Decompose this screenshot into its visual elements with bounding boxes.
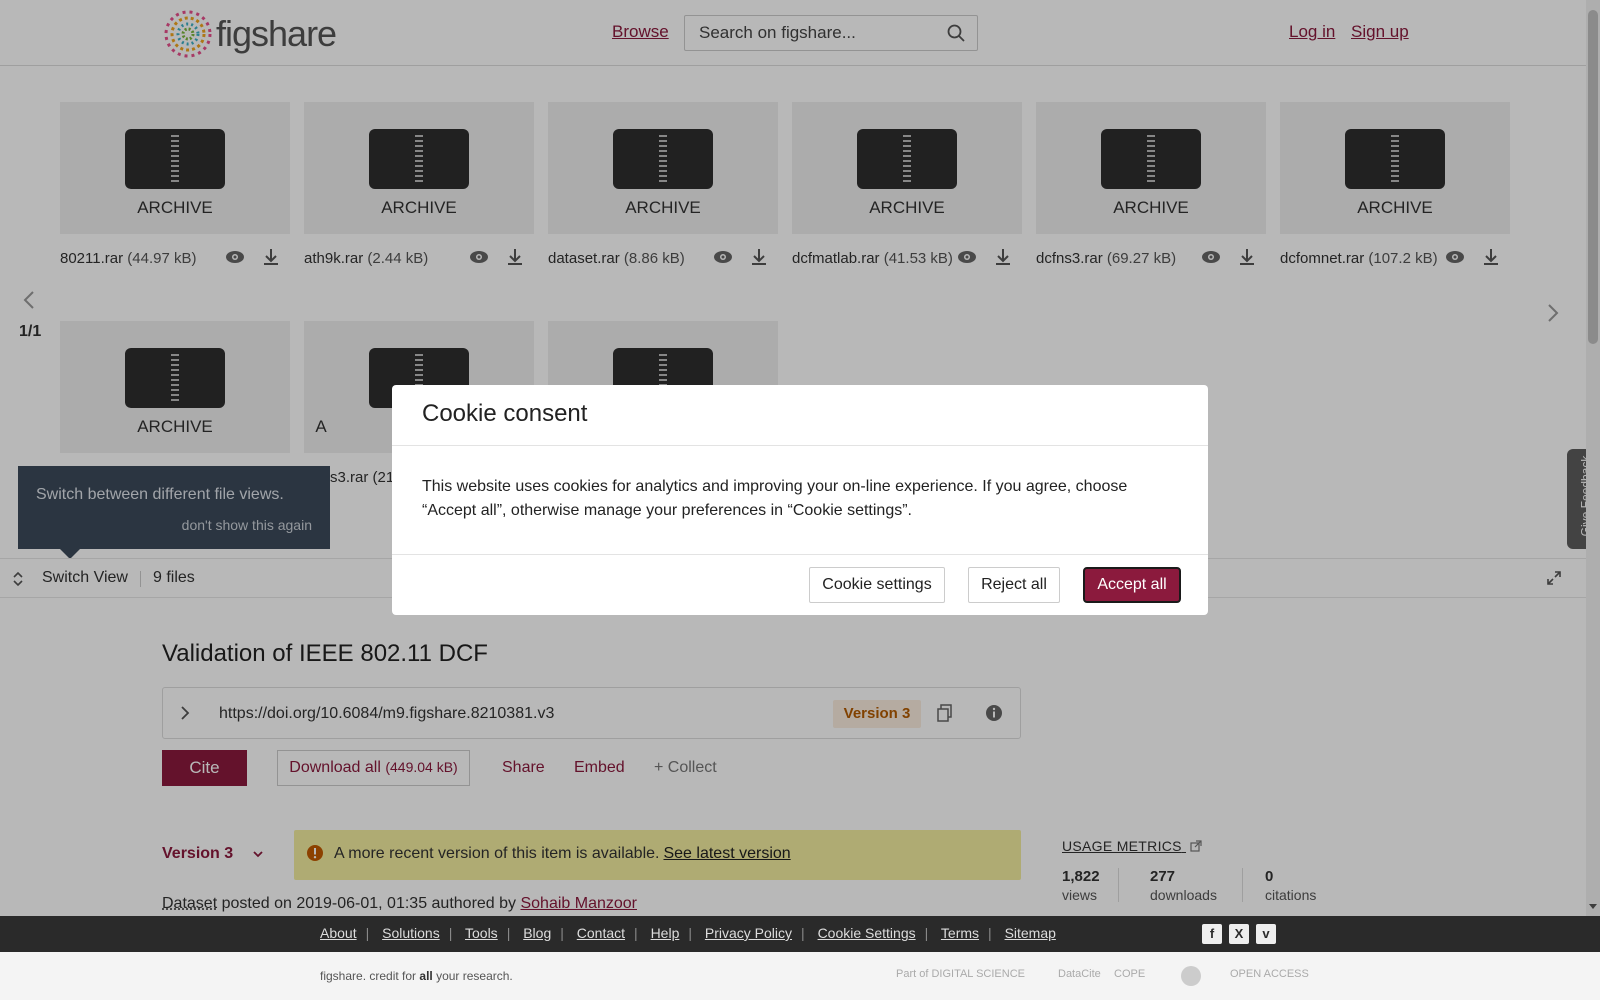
open-access-logo[interactable]: OPEN ACCESS xyxy=(1230,968,1309,980)
site-footer: About | Solutions | Tools | Blog | Contact | … xyxy=(0,916,1600,952)
footer-link-tools[interactable]: Tools xyxy=(465,925,498,941)
dialog-title: Cookie consent xyxy=(422,400,588,427)
digital-science-logo[interactable]: Part of DIGITAL SCIENCE xyxy=(896,968,1025,980)
dialog-body: This website uses cookies for analytics … xyxy=(422,478,1128,519)
accept-all-button[interactable]: Accept all xyxy=(1083,567,1181,603)
footer-links: About | Solutions | Tools | Blog | Contact | … xyxy=(320,925,1056,941)
footer-bottom: figshare. credit for all your research. … xyxy=(0,952,1600,1000)
facebook-icon[interactable]: f xyxy=(1202,924,1222,944)
footer-tagline: figshare. credit for all your research. xyxy=(320,969,513,983)
footer-link-sitemap[interactable]: Sitemap xyxy=(1005,925,1056,941)
footer-link-about[interactable]: About xyxy=(320,925,357,941)
footer-link-terms[interactable]: Terms xyxy=(941,925,979,941)
cope-logo[interactable]: COPE xyxy=(1114,968,1145,980)
cookie-settings-button[interactable]: Cookie settings xyxy=(809,567,945,603)
footer-link-help[interactable]: Help xyxy=(651,925,680,941)
vimeo-icon[interactable]: v xyxy=(1256,924,1276,944)
footer-link-cookie-settings[interactable]: Cookie Settings xyxy=(818,925,916,941)
cookie-consent-dialog: Cookie consent This website uses cookies… xyxy=(392,385,1208,615)
partner-seal-icon[interactable] xyxy=(1180,965,1202,987)
reject-all-button[interactable]: Reject all xyxy=(968,567,1060,603)
datacite-logo[interactable]: DataCite xyxy=(1058,968,1101,980)
x-twitter-icon[interactable]: X xyxy=(1229,924,1249,944)
footer-link-solutions[interactable]: Solutions xyxy=(382,925,440,941)
footer-link-contact[interactable]: Contact xyxy=(577,925,625,941)
footer-link-privacy[interactable]: Privacy Policy xyxy=(705,925,792,941)
footer-link-blog[interactable]: Blog xyxy=(523,925,551,941)
